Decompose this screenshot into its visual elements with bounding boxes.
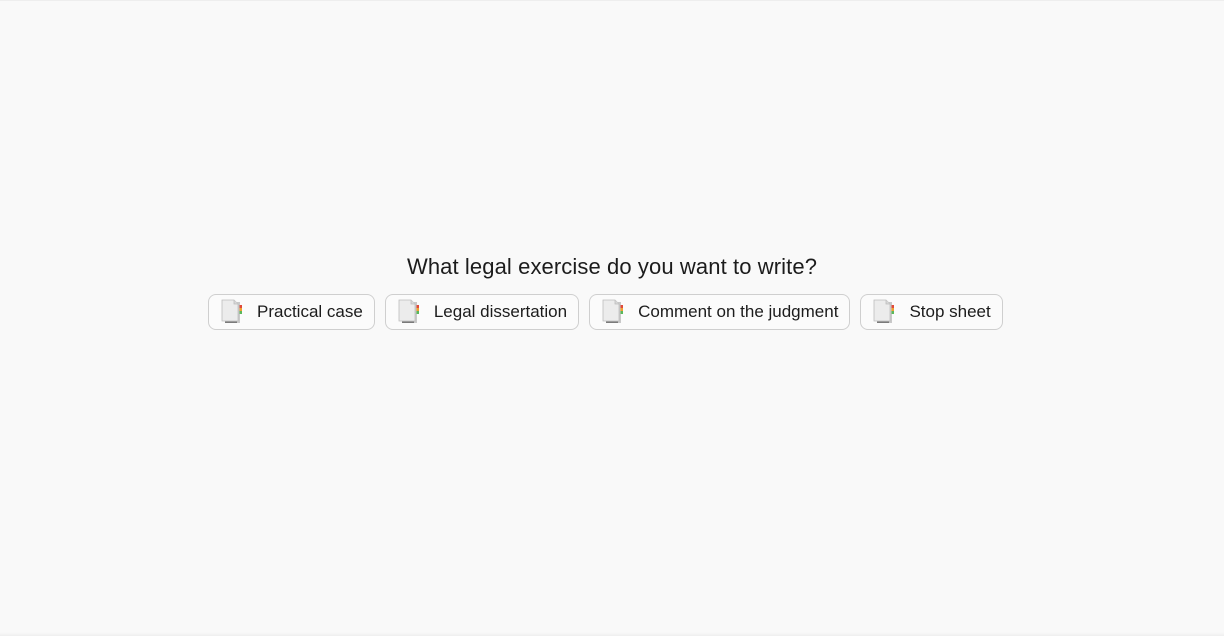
option-label: Comment on the judgment — [638, 302, 839, 321]
option-stop-sheet[interactable]: Stop sheet — [860, 294, 1003, 330]
option-practical-case[interactable]: Practical case — [208, 294, 375, 330]
option-label: Legal dissertation — [433, 302, 568, 321]
option-comment-on-the-judgment[interactable]: Comment on the judgment — [589, 294, 851, 330]
option-label: Stop sheet — [909, 302, 991, 321]
document-icon — [221, 299, 245, 325]
top-divider — [0, 0, 1224, 1]
exercise-options: Practical case Legal dissertation Commen… — [208, 294, 1024, 330]
option-label: Practical case — [257, 302, 363, 321]
exercise-question: What legal exercise do you want to write… — [406, 254, 818, 279]
bottom-edge — [0, 632, 1224, 636]
page: What legal exercise do you want to write… — [0, 0, 1224, 636]
document-icon — [398, 299, 422, 325]
document-icon — [602, 299, 626, 325]
document-icon — [873, 299, 897, 325]
option-legal-dissertation[interactable]: Legal dissertation — [384, 294, 580, 330]
